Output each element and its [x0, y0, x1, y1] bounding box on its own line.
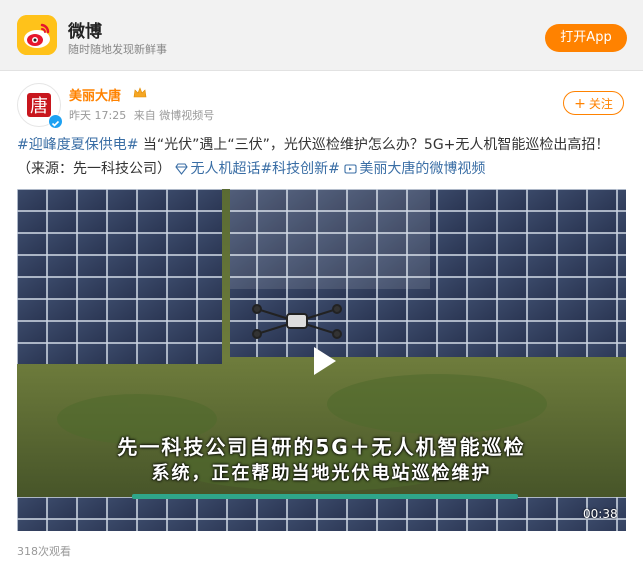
- super-topic-link[interactable]: 无人机超话: [175, 161, 260, 177]
- post-time: 昨天 17:25: [69, 109, 127, 122]
- avatar[interactable]: 唐: [17, 83, 63, 129]
- verified-icon: [48, 114, 63, 129]
- author-name[interactable]: 美丽大唐: [69, 85, 121, 104]
- view-count: 318次观看: [17, 545, 71, 558]
- video-link[interactable]: 美丽大唐的微博视频: [344, 161, 485, 177]
- weibo-logo-icon[interactable]: [17, 15, 57, 55]
- diamond-icon: [175, 159, 189, 183]
- follow-button[interactable]: + 关注: [563, 91, 624, 115]
- follow-label: 关注: [588, 97, 613, 111]
- video-caption-line2: 系统，正在帮助当地光伏电站巡检维护: [151, 463, 492, 484]
- post-meta: 昨天 17:25 来自 微博视频号: [69, 107, 218, 123]
- app-name: 微博: [68, 22, 102, 42]
- topic-link-2[interactable]: #科技创新#: [260, 161, 339, 177]
- app-tagline: 随时随地发现新鲜事: [68, 43, 167, 56]
- video-player[interactable]: 先一科技公司自研的5G＋无人机智能巡检 系统，正在帮助当地光伏电站巡检维护 00…: [17, 189, 626, 531]
- crown-icon: [133, 85, 147, 99]
- video-duration: 00:38: [583, 507, 618, 521]
- plus-icon: +: [574, 96, 586, 112]
- super-topic-label: 无人机超话: [190, 161, 261, 177]
- avatar-char: 唐: [30, 96, 48, 117]
- topic-link[interactable]: #迎峰度夏保供电#: [17, 137, 138, 153]
- post-source: 来自 微博视频号: [133, 109, 215, 122]
- video-progress-bar: [132, 494, 518, 499]
- post-card: 唐 美丽大唐 昨天 17:25 来自 微博视频号 + 关注 #迎峰度夏保供电# 当…: [0, 71, 643, 572]
- video-link-label: 美丽大唐的微博视频: [359, 161, 486, 177]
- video-icon: [344, 159, 357, 183]
- open-app-button[interactable]: 打开App: [545, 24, 627, 52]
- play-icon[interactable]: [302, 341, 342, 381]
- top-bar: 微博 随时随地发现新鲜事 打开App: [0, 0, 643, 71]
- video-caption-line1: 先一科技公司自研的5G＋无人机智能巡检: [117, 435, 526, 459]
- post-text: #迎峰度夏保供电# 当“光伏”遇上“三伏”，光伏巡检维护怎么办？5G+无人机智能…: [17, 133, 629, 183]
